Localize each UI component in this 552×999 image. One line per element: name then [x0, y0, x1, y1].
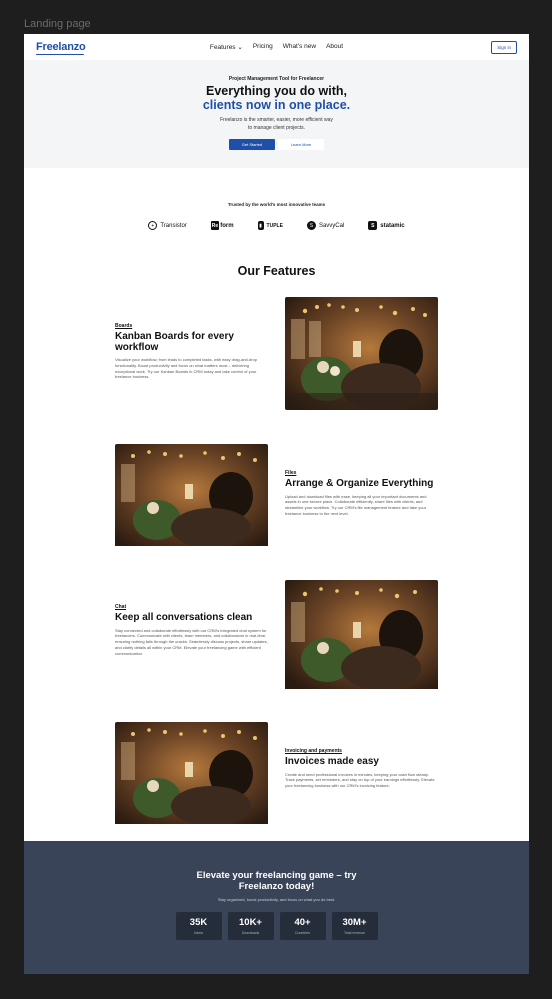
tuple-icon: ▮ [257, 221, 264, 230]
landing-page: Freelanzo Features ⌄ Pricing What's new … [24, 34, 529, 974]
get-started-button[interactable]: Get Started [229, 138, 275, 150]
feature-tag: Chat [115, 604, 127, 610]
nav-link-pricing[interactable]: Pricing [253, 43, 273, 51]
logo-statamic-label: statamic [380, 222, 405, 229]
feature-files: Files Arrange & Organize Everything Uplo… [115, 444, 438, 557]
stat-countries: 40+ Countries [279, 911, 326, 940]
stat-label: Downloads [241, 930, 260, 935]
nav-link-features[interactable]: Features ⌄ [210, 43, 243, 51]
logo-tuple-label: TUPLE [266, 222, 283, 229]
hero-eyebrow: Project Management Tool for Freelancer [228, 76, 325, 82]
party-photo [115, 444, 268, 548]
feature-image [115, 444, 268, 557]
feature-title: Arrange & Organize Everything [285, 478, 434, 489]
party-photo [115, 722, 268, 826]
party-photo [285, 580, 438, 690]
cta-section: Elevate your freelancing game – try Free… [24, 841, 529, 974]
logo-savvycal-label: SavvyCal [318, 222, 345, 229]
feature-text: Boards Kanban Boards for every workflow … [115, 323, 269, 380]
feature-text: Invoicing and payments Invoices made eas… [285, 748, 439, 789]
cta-subtitle: Stay organized, boost productivity, and … [217, 896, 336, 902]
stat-value: 35K [189, 916, 208, 928]
statamic-icon: S [368, 221, 378, 230]
logo-reform-label: form [220, 222, 234, 229]
feature-description: Stay connected and collaborate effortles… [115, 627, 268, 656]
logo-reform: Re form [210, 221, 234, 230]
hero-section: Project Management Tool for Freelancer E… [24, 60, 529, 168]
frame-label: Landing page [24, 18, 91, 30]
feature-title: Keep all conversations clean [115, 612, 253, 623]
logo-transistor-label: Transistor [160, 222, 187, 229]
stat-value: 40+ [294, 916, 311, 928]
feature-image [285, 580, 438, 693]
hero-title-accent: clients now in one place. [202, 98, 351, 113]
nav-links: Features ⌄ Pricing What's new About [210, 43, 343, 51]
nav-link-whats-new[interactable]: What's new [283, 43, 316, 51]
party-photo [285, 297, 438, 410]
feature-tag: Boards [115, 323, 133, 329]
feature-chat: Chat Keep all conversations clean Stay c… [115, 580, 438, 693]
trusted-section: Trusted by the world's most innovative t… [24, 202, 529, 230]
logo-tuple: ▮ TUPLE [257, 221, 283, 230]
feature-description: Visualize your workflow, from leads to c… [115, 357, 257, 380]
stat-users: 35K Users [175, 911, 222, 940]
feature-text: Files Arrange & Organize Everything Uplo… [285, 470, 439, 517]
feature-description: Create and send professional invoices in… [285, 771, 435, 789]
hero-subtitle-line-1: Freelanzo is the smarter, easier, more e… [220, 116, 333, 123]
stat-value: 10K+ [239, 916, 262, 928]
cta-title-line-2: Freelanzo today! [238, 880, 315, 892]
stat-label: Total revenue [343, 930, 365, 935]
features-title: Our Features [237, 264, 316, 278]
stat-downloads: 10K+ Downloads [227, 911, 274, 940]
feature-image [285, 297, 438, 410]
savvycal-icon: S [306, 221, 316, 230]
stat-revenue: 30M+ Total revenue [331, 911, 378, 940]
trusted-title: Trusted by the world's most innovative t… [227, 202, 326, 207]
navbar: Freelanzo Features ⌄ Pricing What's new … [24, 34, 529, 60]
stat-label: Users [193, 930, 204, 935]
logo-transistor: + Transistor [148, 221, 187, 230]
hero-buttons: Get Started Learn More [24, 138, 529, 150]
learn-more-button[interactable]: Learn More [278, 138, 324, 150]
feature-description: Upload and download files with ease, kee… [285, 493, 427, 516]
feature-title: Invoices made easy [285, 756, 379, 767]
feature-invoicing: Invoicing and payments Invoices made eas… [115, 722, 438, 835]
reform-icon: Re [210, 221, 220, 230]
circle-plus-icon: + [148, 221, 158, 230]
feature-tag: Files [285, 470, 297, 476]
cta-title: Elevate your freelancing game – try Free… [24, 870, 529, 893]
feature-boards: Boards Kanban Boards for every workflow … [115, 297, 438, 410]
logo-savvycal: S SavvyCal [306, 221, 345, 230]
brand-logo[interactable]: Freelanzo [36, 41, 86, 55]
feature-title: Kanban Boards for every workflow [115, 331, 234, 353]
partner-logos: + Transistor Re form ▮ TUPLE S SavvyCal … [24, 221, 529, 230]
feature-tag: Invoicing and payments [285, 748, 342, 754]
hero-subtitle-line-2: to manage client projects. [248, 125, 305, 132]
nav-link-about[interactable]: About [326, 43, 343, 51]
hero-title: Everything you do with, [206, 84, 347, 98]
feature-image [115, 722, 268, 835]
hero-subtitle: Freelanzo is the smarter, easier, more e… [24, 116, 529, 133]
feature-text: Chat Keep all conversations clean Stay c… [115, 604, 269, 656]
logo-statamic: S statamic [368, 221, 405, 230]
stat-label: Countries [295, 930, 310, 935]
sign-in-button[interactable]: Sign in [491, 41, 517, 54]
stats-row: 35K Users 10K+ Downloads 40+ Countries 3… [24, 911, 529, 940]
stat-value: 30M+ [342, 916, 367, 928]
